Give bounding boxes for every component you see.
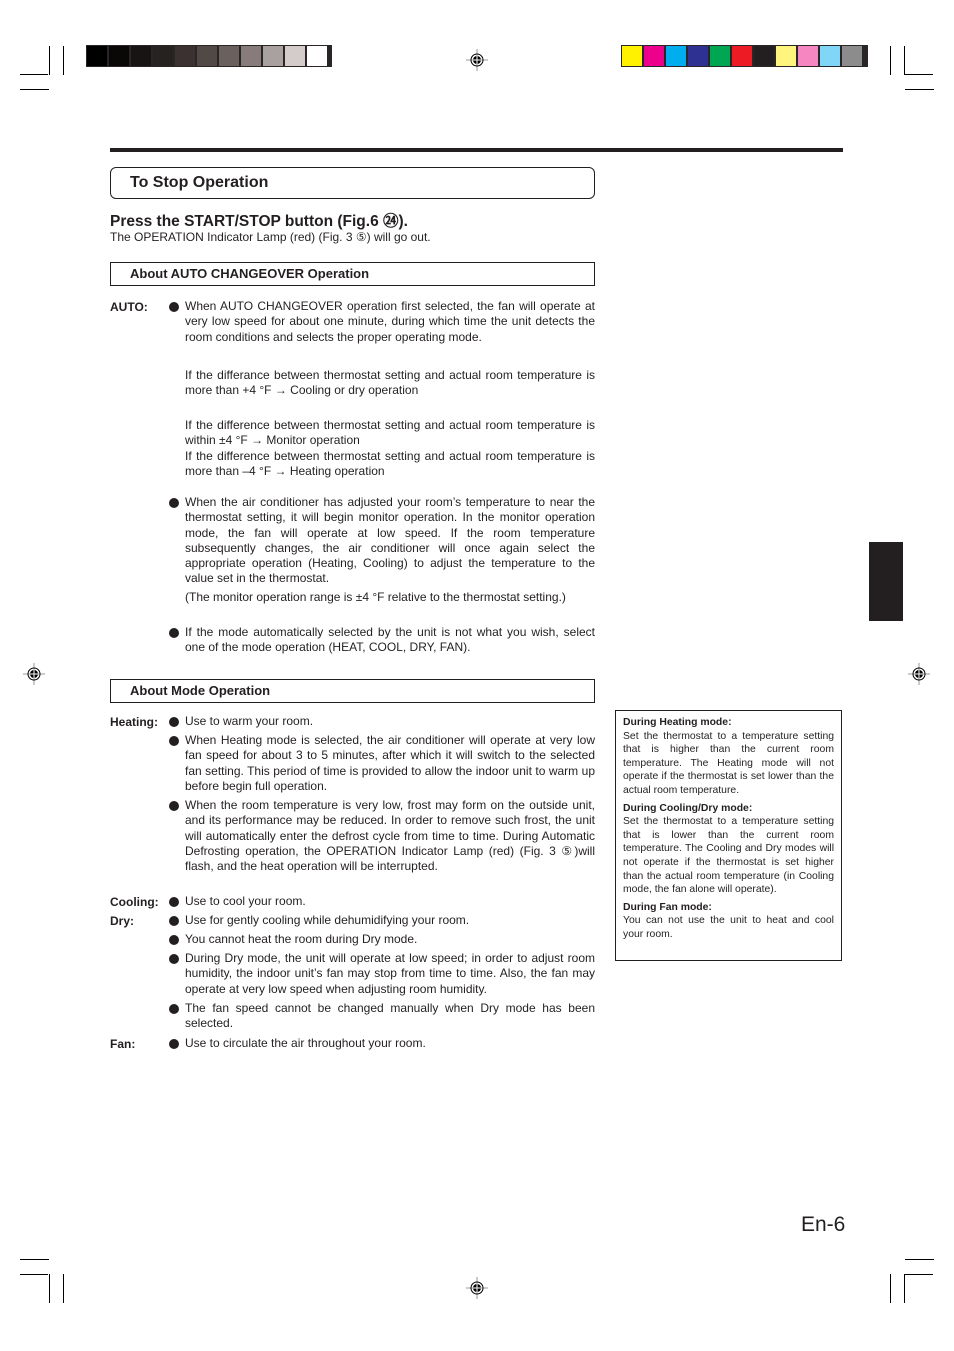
bullet-icon <box>169 916 179 926</box>
color-swatch <box>175 46 195 66</box>
cooling-item: Use to cool your room. <box>185 894 306 908</box>
bullet-icon <box>169 801 179 811</box>
color-swatch <box>219 46 239 66</box>
crop-mark <box>905 1274 933 1275</box>
bullet-icon <box>169 1039 179 1049</box>
color-swatch <box>688 46 708 66</box>
auto-section-header: About AUTO CHANGEOVER Operation <box>110 262 595 286</box>
dry-item: During Dry mode, the unit will operate a… <box>185 951 595 996</box>
registration-mark-icon <box>23 663 45 685</box>
bullet-icon <box>169 935 179 945</box>
crop-mark <box>63 1274 64 1303</box>
color-swatch <box>109 46 129 66</box>
heating-item: Use to warm your room. <box>185 714 314 728</box>
fan-note-text: You can not use the unit to heat and coo… <box>623 915 834 940</box>
color-swatch <box>842 46 862 66</box>
color-swatch <box>710 46 730 66</box>
dry-item: You cannot heat the room during Dry mode… <box>185 932 418 946</box>
auto-condition-1: If the differance between thermostat set… <box>185 368 595 398</box>
cooling-label: Cooling: <box>110 895 159 909</box>
crop-mark <box>905 89 934 90</box>
section-title: To Stop Operation <box>130 174 269 191</box>
heating-note-text: Set the thermostat to a temperature sett… <box>623 730 834 796</box>
color-swatch <box>622 46 642 66</box>
color-swatch <box>285 46 305 66</box>
fan-label: Fan: <box>110 1037 136 1051</box>
crop-mark <box>20 1274 48 1275</box>
crop-mark <box>904 1274 905 1303</box>
fan-item: Use to circulate the air throughout your… <box>185 1036 426 1050</box>
bullet-icon <box>169 302 179 312</box>
bullet-icon <box>169 954 179 964</box>
color-swatch <box>798 46 818 66</box>
color-swatch <box>732 46 752 66</box>
mode-notes-box: During Heating mode: Set the thermostat … <box>615 710 842 961</box>
section-title-box: To Stop Operation <box>110 167 595 199</box>
mode-section-header: About Mode Operation <box>110 679 595 703</box>
heating-note-title: During Heating mode: <box>623 717 732 728</box>
bullet-icon <box>169 736 179 746</box>
page-number: En-6 <box>801 1213 846 1236</box>
color-swatch <box>131 46 151 66</box>
instruction-heading: Press the START/STOP button (Fig.6 ㉔). <box>110 213 408 230</box>
color-swatch <box>307 46 327 66</box>
process-color-bar <box>621 45 868 67</box>
crop-mark <box>905 1259 934 1260</box>
fan-note-title: During Fan mode: <box>623 901 712 913</box>
color-swatch <box>820 46 840 66</box>
crop-mark <box>63 46 64 75</box>
dry-item: Use for gently cooling while dehumidifyi… <box>185 913 470 927</box>
auto-bullet-1: When AUTO CHANGEOVER operation first sel… <box>185 299 595 344</box>
auto-bullet-2-note: (The monitor operation range is ±4 °F re… <box>185 590 566 604</box>
mode-section-title: About Mode Operation <box>130 683 271 698</box>
auto-condition-2: If the difference between thermostat set… <box>185 418 595 448</box>
bullet-icon <box>169 717 179 727</box>
registration-mark-icon <box>466 49 488 71</box>
chapter-tab <box>869 542 903 621</box>
crop-mark <box>20 74 48 75</box>
crop-mark <box>890 46 891 75</box>
auto-condition-3: If the difference between thermostat set… <box>185 449 595 479</box>
heating-label: Heating: <box>110 715 158 729</box>
grayscale-color-bar <box>86 45 332 67</box>
crop-mark <box>905 74 933 75</box>
color-swatch <box>263 46 283 66</box>
color-swatch <box>754 46 774 66</box>
crop-mark <box>49 46 50 75</box>
crop-mark <box>904 46 905 75</box>
bullet-icon <box>169 498 179 508</box>
heating-item: When the room temperature is very low, f… <box>185 798 595 874</box>
cooling-note-title: During Cooling/Dry mode: <box>623 802 753 814</box>
color-swatch <box>644 46 664 66</box>
crop-mark <box>890 1274 891 1303</box>
crop-mark <box>20 89 49 90</box>
bullet-icon <box>169 897 179 907</box>
color-swatch <box>666 46 686 66</box>
color-swatch <box>87 46 107 66</box>
crop-mark <box>49 1274 50 1303</box>
header-rule <box>110 148 843 152</box>
auto-bullet-3: If the mode automatically selected by th… <box>185 625 595 655</box>
registration-mark-icon <box>466 1277 488 1299</box>
color-swatch <box>197 46 217 66</box>
color-swatch <box>776 46 796 66</box>
color-swatch <box>241 46 261 66</box>
auto-bullet-2: When the air conditioner has adjusted yo… <box>185 495 595 586</box>
registration-mark-icon <box>908 663 930 685</box>
crop-mark <box>20 1259 49 1260</box>
instruction-note: The OPERATION Indicator Lamp (red) (Fig.… <box>110 230 431 244</box>
cooling-note-text: Set the thermostat to a temperature sett… <box>623 816 834 896</box>
color-swatch <box>153 46 173 66</box>
dry-label: Dry: <box>110 914 135 928</box>
auto-section-title: About AUTO CHANGEOVER Operation <box>130 266 370 281</box>
bullet-icon <box>169 1004 179 1014</box>
bullet-icon <box>169 628 179 638</box>
heating-item: When Heating mode is selected, the air c… <box>185 733 595 793</box>
auto-label: AUTO: <box>110 300 148 314</box>
dry-item: The fan speed cannot be changed manually… <box>185 1001 595 1031</box>
